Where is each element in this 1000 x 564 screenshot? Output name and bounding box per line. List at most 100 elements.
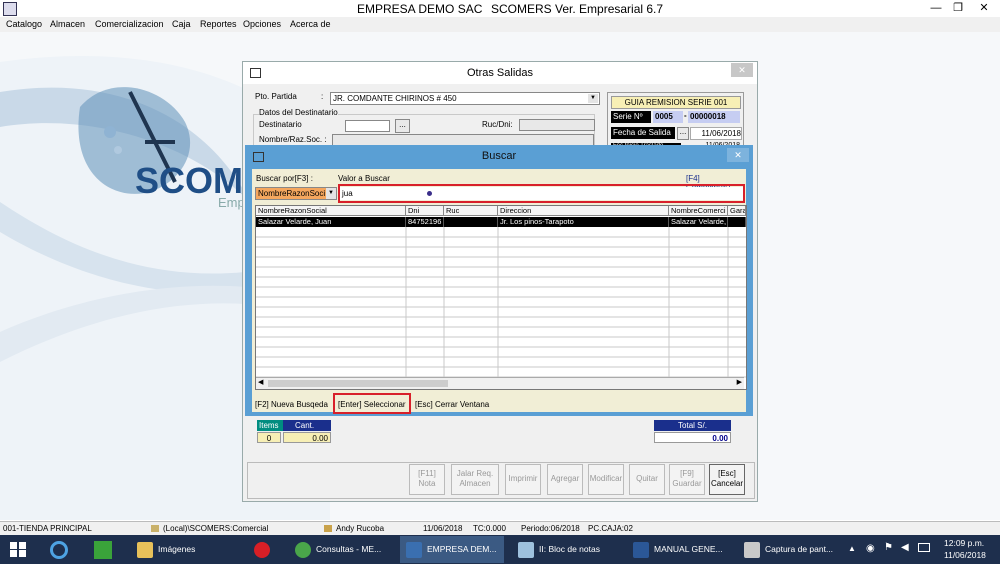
grid-lines <box>256 227 746 378</box>
column-header[interactable]: Gara <box>728 206 746 216</box>
store-icon[interactable] <box>94 541 112 559</box>
serie-label: Serie Nº <box>611 111 651 123</box>
guia-remision-panel: GUIA REMISION SERIE 001 Serie Nº 0005 - … <box>607 92 744 150</box>
status-periodo: Periodo:06/2018 <box>521 524 580 533</box>
pto-partida-select[interactable]: JR. COMDANTE CHIRINOS # 450 ▼ <box>330 92 600 105</box>
taskbar: Imágenes Consultas - ME... EMPRESA DEM..… <box>0 535 1000 564</box>
cant-label: Cant. <box>283 420 331 431</box>
buscar-por-select[interactable]: NombreRazonSoci ▼ <box>255 187 337 200</box>
internet-explorer-icon[interactable] <box>50 541 68 559</box>
total-value: 0.00 <box>654 432 731 443</box>
taskbar-item-imagenes[interactable]: Imágenes <box>131 536 226 563</box>
clock-time[interactable]: 12:09 p.m. <box>944 538 984 548</box>
chevron-down-icon[interactable]: ▼ <box>588 94 598 103</box>
taskbar-item-captura[interactable]: Captura de pant... <box>738 536 842 563</box>
table-cell <box>728 217 746 227</box>
horizontal-scrollbar[interactable]: ◀ ▶ <box>256 377 744 389</box>
otras-salidas-title: Otras Salidas <box>466 67 534 79</box>
status-tienda: 001-TIENDA PRINCIPAL <box>3 524 92 533</box>
user-icon <box>324 525 332 532</box>
jalar-almacen-button[interactable]: Jalar Req. Almacen <box>451 464 499 495</box>
close-icon[interactable]: ✕ <box>731 63 753 77</box>
keyboard-icon[interactable] <box>918 543 930 552</box>
menu-catalogo[interactable]: Catalogo <box>6 19 42 29</box>
status-caja: PC.CAJA:02 <box>588 524 633 533</box>
chevron-down-icon[interactable]: ▼ <box>326 188 336 199</box>
window-icon <box>250 68 261 78</box>
taskbar-item-opera[interactable] <box>248 536 278 563</box>
status-user: Andy Rucoba <box>336 524 385 533</box>
buscar-titlebar: Buscar ✕ <box>245 145 753 167</box>
modificar-button[interactable]: Modificar <box>588 464 624 495</box>
otras-salidas-titlebar: Otras Salidas ✕ <box>243 62 757 84</box>
fecha-salida-label: Fecha de Salida <box>611 127 675 139</box>
fecha-salida-button[interactable]: ... <box>677 127 689 140</box>
chevron-up-icon[interactable]: ▲ <box>848 544 856 553</box>
status-bar: 001-TIENDA PRINCIPAL (Local)\SCOMERS:Com… <box>0 521 1000 536</box>
table-cell: Salazar Velarde, <box>669 217 728 227</box>
menu-acerca-de[interactable]: Acerca de <box>290 19 331 29</box>
close-icon[interactable]: ✕ <box>727 148 749 162</box>
agregar-button[interactable]: Agregar <box>547 464 583 495</box>
highlight-search-field <box>338 184 745 203</box>
taskbar-item-empresa[interactable]: EMPRESA DEM... <box>400 536 504 563</box>
table-cell: Salazar Velarde, Juan <box>256 217 406 227</box>
menu-almacen[interactable]: Almacen <box>50 19 85 29</box>
nombre-label: Nombre/Raz.Soc. : <box>259 135 327 144</box>
app-version: SCOMERS Ver. Empresarial 6.7 <box>491 2 664 16</box>
column-header[interactable]: Direccion <box>498 206 669 216</box>
volume-icon[interactable]: ◀ <box>901 542 909 553</box>
table-cell: Jr. Los pinos-Tarapoto <box>498 217 669 227</box>
numero-field[interactable]: 00000018 <box>688 111 740 123</box>
cancelar-button[interactable]: [Esc] Cancelar <box>709 464 745 495</box>
imprimir-button[interactable]: Imprimir <box>505 464 541 495</box>
total-label: Total S/. <box>654 420 731 431</box>
destinatario-field[interactable] <box>345 120 390 132</box>
results-grid[interactable]: NombreRazonSocial Dni Ruc Direccion Nomb… <box>255 205 747 390</box>
menu-bar: Catalogo Almacen Comercializacion Caja R… <box>0 17 1000 32</box>
quitar-button[interactable]: Quitar <box>629 464 665 495</box>
scomers-icon <box>406 541 422 558</box>
taskbar-item-consultas[interactable]: Consultas - ME... <box>289 536 389 563</box>
network-icon[interactable]: ◉ <box>866 543 875 554</box>
destinatario-browse-button[interactable]: ... <box>395 119 410 133</box>
scroll-left-icon[interactable]: ◀ <box>258 378 263 386</box>
taskbar-item-manual[interactable]: MANUAL GENE... <box>627 536 731 563</box>
table-cell: 84752196 <box>406 217 444 227</box>
clock-date[interactable]: 11/06/2018 <box>944 550 986 560</box>
ruc-dni-field[interactable] <box>519 119 595 131</box>
notepad-icon <box>518 541 534 558</box>
menu-opciones[interactable]: Opciones <box>243 19 281 29</box>
nota-button[interactable]: [F11] Nota <box>409 464 445 495</box>
scroll-thumb[interactable] <box>268 380 448 387</box>
guardar-button[interactable]: [F9] Guardar <box>669 464 705 495</box>
windows-start-icon[interactable] <box>10 542 26 557</box>
scroll-right-icon[interactable]: ▶ <box>737 378 742 386</box>
buscar-por-label: Buscar por[F3] : <box>256 174 313 183</box>
close-button[interactable]: ✕ <box>970 0 998 17</box>
cerrar-ventana-hint[interactable]: [Esc] Cerrar Ventana <box>415 400 489 409</box>
column-header[interactable]: NombreRazonSocial <box>256 206 406 216</box>
datos-destinatario-label: Datos del Destinatario <box>259 108 338 117</box>
menu-reportes[interactable]: Reportes <box>200 19 237 29</box>
word-icon <box>633 541 649 558</box>
serie-separator: - <box>684 111 687 120</box>
nueva-busqueda-hint[interactable]: [F2] Nueva Busqeda <box>255 400 328 409</box>
menu-caja[interactable]: Caja <box>172 19 191 29</box>
fecha-salida-field[interactable]: 11/06/2018 <box>690 127 742 140</box>
column-header[interactable]: Dni <box>406 206 444 216</box>
taskbar-item-bloc-notas[interactable]: II: Bloc de notas <box>512 536 616 563</box>
menu-comercializacion[interactable]: Comercializacion <box>95 19 164 29</box>
items-value: 0 <box>257 432 281 443</box>
status-db: (Local)\SCOMERS:Comercial <box>163 524 269 533</box>
folder-icon <box>137 541 153 558</box>
serie-field[interactable]: 0005 <box>653 111 683 123</box>
column-header[interactable]: Ruc <box>444 206 498 216</box>
app-title-bar: EMPRESA DEMO SAC SCOMERS Ver. Empresaria… <box>0 0 1000 17</box>
app-title: EMPRESA DEMO SAC <box>357 2 483 16</box>
maximize-button[interactable]: ❐ <box>944 0 972 17</box>
column-header[interactable]: NombreComerci <box>669 206 728 216</box>
app-icon[interactable] <box>3 2 17 16</box>
flag-icon[interactable]: ⚑ <box>884 542 893 553</box>
chrome-icon <box>295 541 311 558</box>
